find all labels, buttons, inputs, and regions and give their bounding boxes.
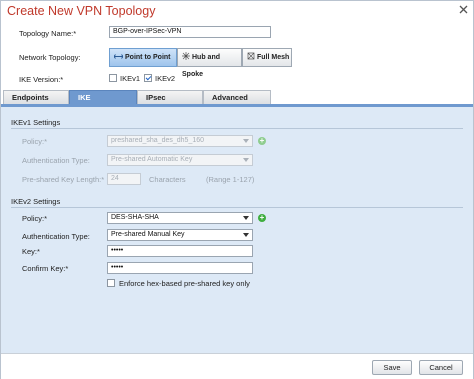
- ikev2-key-label: Key:*: [22, 247, 40, 256]
- topology-name-label: Topology Name:*: [19, 29, 77, 38]
- chevron-down-icon: [243, 233, 249, 237]
- enforce-hex-label: Enforce hex-based pre-shared key only: [119, 279, 250, 288]
- hub-and-spoke-button[interactable]: Hub and Spoke: [177, 48, 242, 78]
- dialog-footer: Save Cancel: [1, 353, 473, 379]
- point-to-point-icon: [113, 54, 124, 59]
- ikev2-key-input[interactable]: •••••: [107, 245, 253, 257]
- ikev2-checkbox[interactable]: [144, 74, 152, 82]
- hub-spoke-icon: [182, 52, 190, 60]
- ikev2-section-title: IKEv2 Settings: [11, 197, 61, 206]
- tab-ipsec[interactable]: IPsec: [137, 90, 203, 104]
- ikev2-add-policy-icon[interactable]: +: [258, 214, 266, 222]
- ikev1-section-title: IKEv1 Settings: [11, 118, 61, 127]
- ikev2-auth-type-label: Authentication Type:: [22, 232, 90, 241]
- ikev1-policy-select[interactable]: preshared_sha_des_dh5_160: [107, 135, 253, 147]
- tab-endpoints[interactable]: Endpoints: [3, 90, 69, 104]
- ikev1-auth-type-label: Authentication Type:: [22, 156, 90, 165]
- topology-name-input[interactable]: BGP-over-IPSec-VPN: [109, 26, 271, 38]
- ikev1-key-length-input[interactable]: 24: [107, 173, 141, 185]
- tab-advanced[interactable]: Advanced: [203, 90, 271, 104]
- ikev1-divider: [11, 128, 463, 129]
- ikev1-checkbox[interactable]: [109, 74, 117, 82]
- tab-bar: Endpoints IKE IPsec Advanced: [1, 90, 473, 104]
- full-mesh-icon: [247, 52, 255, 60]
- full-mesh-button[interactable]: Full Mesh: [242, 48, 292, 67]
- point-to-point-button[interactable]: Point to Point: [109, 48, 177, 67]
- ikev2-divider: [11, 207, 463, 208]
- ikev2-confirm-key-label: Confirm Key:*: [22, 264, 69, 273]
- ike-tab-panel: IKEv1 Settings Policy:* preshared_sha_de…: [1, 104, 473, 353]
- ikev1-policy-value: preshared_sha_des_dh5_160: [111, 137, 205, 144]
- network-topology-label: Network Topology:: [19, 53, 81, 62]
- chevron-down-icon: [243, 139, 249, 143]
- ikev1-characters-label: Characters: [149, 175, 186, 184]
- ikev1-auth-type-value: Pre-shared Automatic Key: [111, 156, 193, 163]
- dialog-titlebar: Create New VPN Topology: [1, 1, 473, 22]
- chevron-down-icon: [243, 216, 249, 220]
- create-vpn-topology-dialog: Create New VPN Topology Topology Name:* …: [0, 0, 474, 379]
- dialog-title: Create New VPN Topology: [7, 4, 156, 18]
- ikev2-auth-type-select[interactable]: Pre-shared Manual Key: [107, 229, 253, 241]
- ikev1-range-label: (Range 1-127): [206, 175, 255, 184]
- cancel-button[interactable]: Cancel: [419, 360, 463, 375]
- chevron-down-icon: [243, 158, 249, 162]
- ikev2-label: IKEv2: [155, 74, 176, 83]
- ikev2-policy-label: Policy:*: [22, 214, 48, 223]
- ikev1-auth-type-select[interactable]: Pre-shared Automatic Key: [107, 154, 253, 166]
- ikev2-confirm-key-input[interactable]: •••••: [107, 262, 253, 274]
- ike-version-label: IKE Version:*: [19, 75, 64, 84]
- save-button[interactable]: Save: [372, 360, 412, 375]
- ikev1-add-policy-icon[interactable]: +: [258, 137, 266, 145]
- ikev1-label: IKEv1: [120, 74, 141, 83]
- close-icon[interactable]: [458, 4, 469, 15]
- full-mesh-label: Full Mesh: [257, 54, 290, 61]
- tab-ike[interactable]: IKE: [69, 90, 137, 104]
- ikev2-auth-type-value: Pre-shared Manual Key: [111, 231, 185, 238]
- point-to-point-label: Point to Point: [125, 54, 171, 61]
- ikev2-policy-select[interactable]: DES-SHA-SHA: [107, 212, 253, 224]
- ikev1-key-length-label: Pre-shared Key Length:*: [22, 175, 105, 184]
- ikev1-policy-label: Policy:*: [22, 137, 48, 146]
- enforce-hex-checkbox[interactable]: [107, 279, 115, 287]
- ikev2-policy-value: DES-SHA-SHA: [111, 214, 159, 221]
